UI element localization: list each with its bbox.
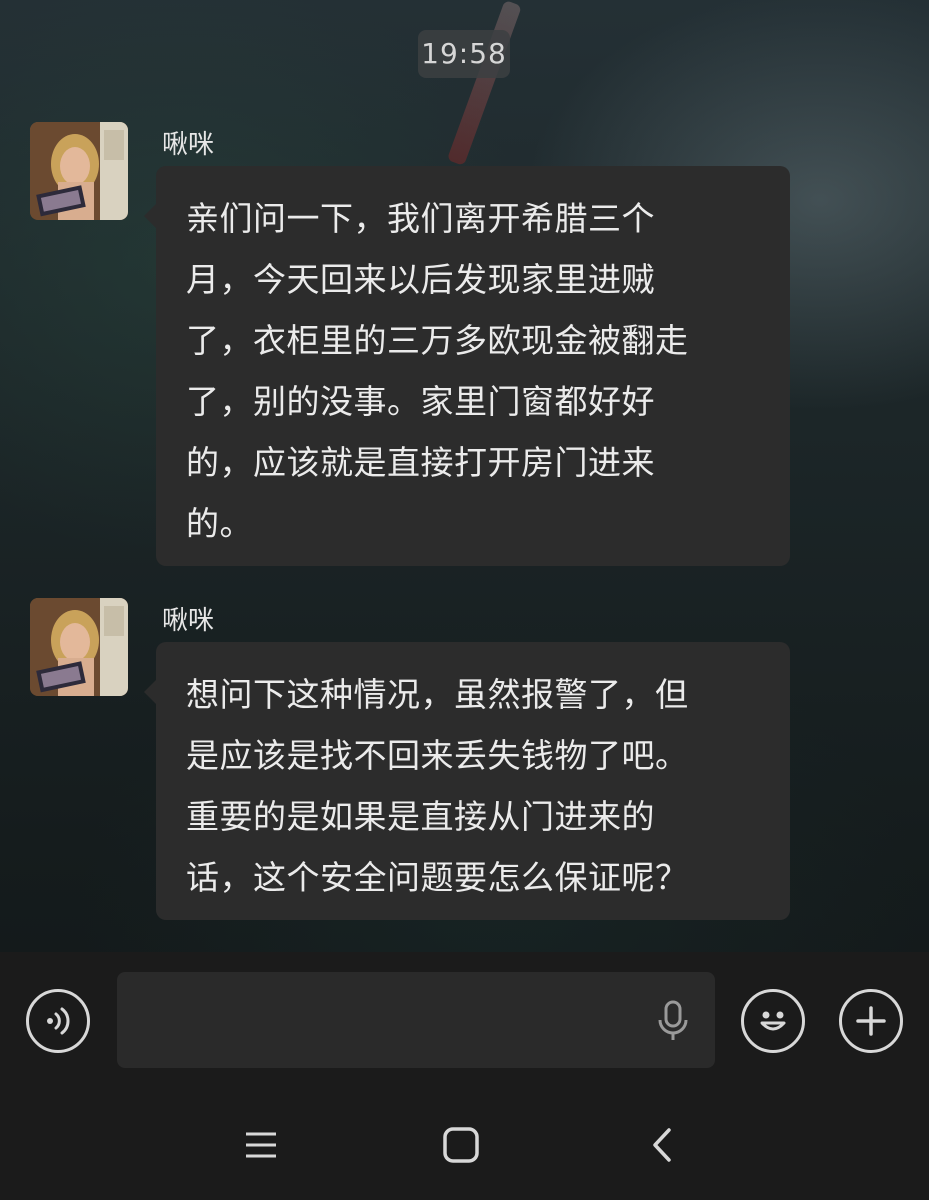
message-line: 是应该是找不回来丢失钱物了吧。 — [186, 736, 689, 775]
background-streak — [446, 0, 522, 166]
chevron-left-icon[interactable] — [637, 1120, 687, 1170]
message-line: 了，衣柜里的三万多欧现金被翻走 — [186, 321, 689, 360]
plus-icon[interactable] — [839, 989, 903, 1053]
timestamp: 19:58 — [418, 30, 510, 78]
message-bubble[interactable]: 想问下这种情况，虽然报警了，但 是应该是找不回来丢失钱物了吧。 重要的是如果是直… — [144, 642, 790, 920]
square-home-icon[interactable] — [436, 1120, 486, 1170]
sender-name: 啾咪 — [162, 606, 215, 636]
voice-wave-icon[interactable] — [26, 989, 90, 1053]
sender-name: 啾咪 — [162, 130, 215, 160]
message-line: 了，别的没事。家里门窗都好好 — [186, 382, 655, 421]
message-bubble[interactable]: 亲们问一下，我们离开希腊三个 月，今天回来以后发现家里进贼 了，衣柜里的三万多欧… — [144, 166, 790, 566]
chat-screen: 19:58 啾咪 亲们问一下，我们离开希腊三个 月，今天回来以后发现家里进贼 了… — [0, 0, 929, 1200]
menu-lines-icon[interactable] — [236, 1120, 286, 1170]
message-line: 的。 — [186, 504, 253, 543]
message-line: 的，应该就是直接打开房门进来 — [186, 443, 655, 482]
avatar[interactable] — [30, 598, 128, 696]
microphone-icon[interactable] — [657, 1000, 689, 1042]
avatar[interactable] — [30, 122, 128, 220]
system-nav-bar — [0, 1090, 929, 1200]
message-line: 亲们问一下，我们离开希腊三个 — [186, 199, 655, 238]
smiley-icon[interactable] — [741, 989, 805, 1053]
message-input[interactable] — [117, 972, 715, 1068]
message-line: 想问下这种情况，虽然报警了，但 — [186, 675, 689, 714]
input-bar — [0, 952, 929, 1090]
message-line: 重要的是如果是直接从门进来的 — [186, 797, 655, 836]
message-line: 话，这个安全问题要怎么保证呢？ — [186, 858, 689, 897]
message-line: 月，今天回来以后发现家里进贼 — [186, 260, 655, 299]
